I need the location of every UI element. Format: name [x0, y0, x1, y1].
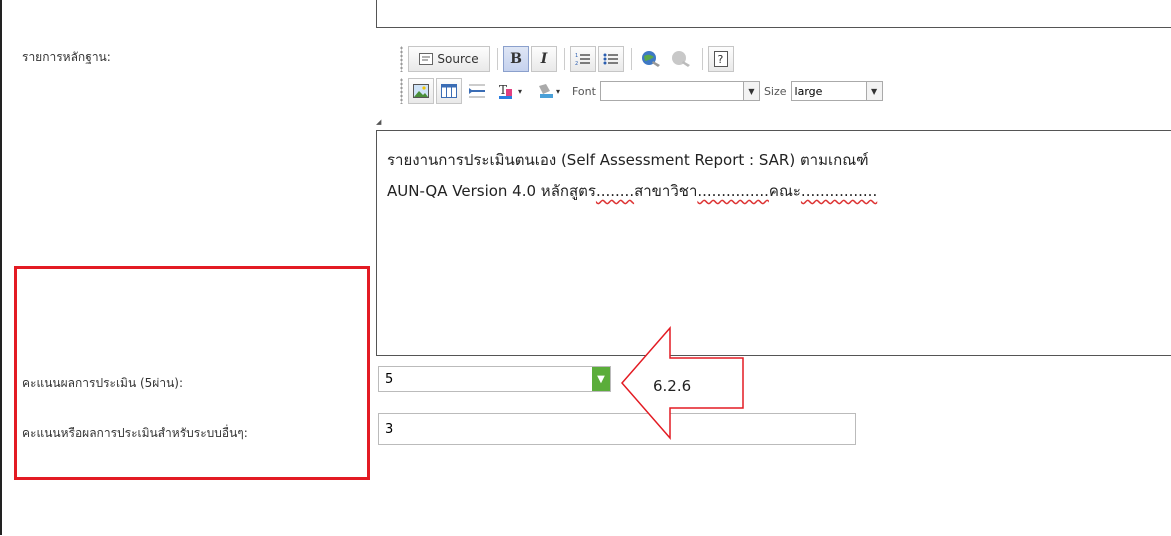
horizontal-rule-button[interactable]	[464, 78, 490, 104]
horizontal-rule-icon	[469, 84, 485, 98]
blank-major: ...............	[697, 182, 769, 200]
size-select[interactable]: large ▼	[790, 81, 883, 101]
toolbar-separator	[702, 48, 703, 70]
editor-toolbar: Source B I 12 ? T ▾ ▾ Font ▼ Size large …	[376, 36, 1171, 130]
numbered-list-button[interactable]: 12	[570, 46, 596, 72]
chevron-down-icon[interactable]: ▼	[742, 82, 759, 100]
other-score-value: 3	[385, 421, 394, 437]
size-select-value: large	[794, 84, 823, 98]
table-icon	[441, 84, 457, 98]
help-button[interactable]: ?	[708, 46, 734, 72]
chevron-down-icon[interactable]: ▼	[592, 367, 610, 391]
table-button[interactable]	[436, 78, 462, 104]
blank-faculty: ................	[800, 182, 878, 200]
unlink-icon	[672, 51, 690, 67]
editor-line-2: AUN-QA Version 4.0 หลักสูตร........สาขาว…	[387, 176, 1171, 207]
score-select[interactable]: 5 ▼	[378, 366, 611, 392]
text-color-button[interactable]: T ▾	[492, 78, 528, 104]
link-button[interactable]	[637, 46, 665, 72]
toolbar-row-1: Source B I 12 ?	[400, 44, 736, 74]
svg-text:1: 1	[575, 53, 578, 59]
image-icon	[413, 84, 429, 98]
score-select-value: 5	[385, 371, 394, 387]
svg-text:2: 2	[575, 61, 578, 66]
editor-text: สาขาวิชา	[634, 182, 698, 200]
image-button[interactable]	[408, 78, 434, 104]
source-icon	[419, 53, 434, 65]
highlight-box	[14, 266, 370, 480]
source-button-label: Source	[437, 52, 479, 66]
help-icon: ?	[714, 51, 728, 67]
toolbar-separator	[497, 48, 498, 70]
collapse-toolbar-icon[interactable]: ◢	[376, 118, 381, 126]
annotation-label: 6.2.6	[653, 377, 692, 395]
editor-text: คณะ	[768, 182, 801, 200]
editor-line-1: รายงานการประเมินตนเอง (Self Assessment R…	[387, 151, 869, 169]
toolbar-separator	[564, 48, 565, 70]
toolbar-row-2: T ▾ ▾ Font ▼ Size large ▼	[400, 76, 883, 106]
chevron-down-icon: ▾	[555, 86, 560, 96]
toolbar-grip[interactable]	[400, 46, 403, 72]
italic-button[interactable]: I	[531, 46, 557, 72]
background-color-icon	[538, 84, 553, 98]
blank-program: ........	[595, 182, 635, 200]
svg-text:T: T	[499, 83, 507, 97]
size-label: Size	[763, 84, 787, 98]
toolbar-separator	[631, 48, 632, 70]
bullet-list-button[interactable]	[598, 46, 624, 72]
bullet-list-icon	[603, 53, 618, 65]
font-label: Font	[572, 84, 596, 98]
chevron-down-icon: ▾	[517, 86, 522, 96]
bold-button[interactable]: B	[503, 46, 529, 72]
evidence-label: รายการหลักฐาน:	[22, 50, 111, 64]
background-color-button[interactable]: ▾	[530, 78, 566, 104]
unlink-button[interactable]	[667, 46, 695, 72]
toolbar-grip[interactable]	[400, 78, 403, 104]
chevron-down-icon[interactable]: ▼	[865, 82, 882, 100]
numbered-list-icon: 12	[575, 53, 590, 66]
font-select[interactable]: ▼	[599, 81, 760, 101]
svg-text:?: ?	[718, 53, 724, 66]
other-score-input[interactable]: 3	[378, 413, 856, 445]
rich-text-editor: Source B I 12 ? T ▾ ▾ Font ▼ Size large …	[376, 36, 1171, 356]
previous-field[interactable]	[376, 0, 1171, 28]
editor-text: AUN-QA Version 4.0 หลักสูตร	[387, 182, 596, 200]
text-color-icon: T	[498, 83, 512, 99]
source-button[interactable]: Source	[408, 46, 490, 72]
editor-content[interactable]: รายงานการประเมินตนเอง (Self Assessment R…	[376, 130, 1171, 356]
link-globe-icon	[642, 51, 660, 67]
